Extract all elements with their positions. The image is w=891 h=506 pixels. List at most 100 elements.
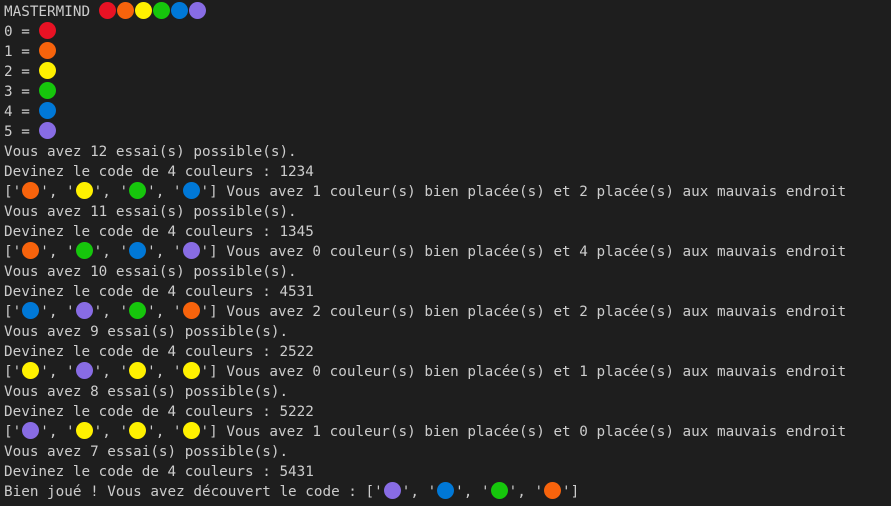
bracket: ]: [209, 304, 218, 320]
purple-circle-icon: [75, 302, 93, 319]
tries-line: Vous avez 8 essai(s) possible(s).: [0, 382, 891, 402]
quote: ': [119, 364, 129, 380]
orange-circle-icon: [117, 2, 135, 19]
feedback-text: Vous avez 1 couleur(s) bien placée(s) et…: [217, 424, 847, 440]
quote: ': [40, 364, 49, 380]
tries-line: Vous avez 7 essai(s) possible(s).: [0, 442, 891, 462]
separator: ,: [48, 424, 67, 440]
quote: ': [93, 304, 103, 320]
green-circle-icon: [129, 182, 147, 199]
guess-prompt: Devinez le code de 4 couleurs : 1234: [4, 164, 314, 180]
quote: ': [172, 364, 182, 380]
separator: ,: [102, 244, 120, 260]
tries-line: Vous avez 11 essai(s) possible(s).: [0, 202, 891, 222]
quote: ': [119, 184, 129, 200]
bracket: ]: [570, 484, 580, 500]
green-circle-icon: [153, 2, 171, 19]
tries-text: Vous avez 9 essai(s) possible(s).: [4, 324, 289, 340]
quote: ': [172, 244, 182, 260]
quote: ': [12, 304, 22, 320]
purple-circle-icon: [383, 482, 401, 499]
quote: ': [427, 484, 437, 500]
separator: ,: [102, 304, 120, 320]
bracket: [: [4, 304, 13, 320]
separator: ,: [102, 184, 120, 200]
guess-line: Devinez le code de 4 couleurs : 1345: [0, 222, 891, 242]
purple-circle-icon: [189, 2, 207, 19]
terminal-output: MASTERMIND 0 = 1 = 2 = 3 = 4 = 5 = Vous …: [0, 0, 891, 506]
red-circle-icon: [39, 22, 57, 39]
separator: ,: [155, 304, 173, 320]
separator: ,: [102, 424, 120, 440]
tries-text: Vous avez 10 essai(s) possible(s).: [4, 264, 297, 280]
bracket: [: [365, 484, 375, 500]
quote: ': [172, 304, 182, 320]
yellow-circle-icon: [182, 362, 200, 379]
red-circle-icon: [99, 2, 117, 19]
quote: ': [200, 364, 210, 380]
quote: ': [119, 424, 129, 440]
tries-line: Vous avez 12 essai(s) possible(s).: [0, 142, 891, 162]
quote: ': [12, 184, 22, 200]
yellow-circle-icon: [129, 362, 147, 379]
legend-line: 5 =: [0, 122, 891, 142]
guess-prompt: Devinez le code de 4 couleurs : 5222: [4, 404, 314, 420]
legend-line: 2 =: [0, 62, 891, 82]
legend-label: 1 =: [4, 44, 39, 60]
quote: ': [200, 244, 210, 260]
orange-circle-icon: [22, 242, 40, 259]
yellow-circle-icon: [75, 422, 93, 439]
green-circle-icon: [129, 302, 147, 319]
yellow-circle-icon: [129, 422, 147, 439]
legend-label: 3 =: [4, 84, 39, 100]
quote: ': [66, 184, 75, 200]
guess-line: Devinez le code de 4 couleurs : 1234: [0, 162, 891, 182]
orange-circle-icon: [39, 42, 57, 59]
result-line: [' ', ' ', ' ', ' '] Vous avez 0 couleur(s) …: [0, 242, 891, 262]
separator: ,: [48, 244, 67, 260]
blue-circle-icon: [437, 482, 455, 499]
separator: ,: [517, 484, 535, 500]
result-line: [' ', ' ', ' ', ' '] Vous avez 2 couleur(s) …: [0, 302, 891, 322]
separator: ,: [48, 184, 67, 200]
orange-circle-icon: [22, 182, 40, 199]
quote: ': [481, 484, 490, 500]
bracket: [: [4, 364, 13, 380]
quote: ': [172, 424, 182, 440]
separator: ,: [155, 244, 173, 260]
quote: ': [562, 484, 571, 500]
legend-label: 4 =: [4, 104, 39, 120]
blue-circle-icon: [171, 2, 189, 19]
green-circle-icon: [75, 242, 93, 259]
bracket: ]: [209, 364, 218, 380]
legend-label: 5 =: [4, 124, 39, 140]
bracket: [: [4, 424, 13, 440]
quote: ': [12, 364, 22, 380]
quote: ': [200, 424, 210, 440]
result-line: [' ', ' ', ' ', ' '] Vous avez 1 couleur(s) …: [0, 182, 891, 202]
blue-circle-icon: [182, 182, 200, 199]
quote: ': [12, 244, 22, 260]
green-circle-icon: [490, 482, 508, 499]
bracket: ]: [209, 184, 218, 200]
quote: ': [119, 304, 129, 320]
blue-circle-icon: [129, 242, 147, 259]
quote: ': [147, 244, 156, 260]
title-line: MASTERMIND: [0, 2, 891, 22]
guess-line: Devinez le code de 4 couleurs : 4531: [0, 282, 891, 302]
separator: ,: [48, 304, 67, 320]
quote: ': [40, 244, 49, 260]
quote: ': [40, 304, 49, 320]
purple-circle-icon: [75, 362, 93, 379]
bracket: [: [4, 184, 13, 200]
yellow-circle-icon: [75, 182, 93, 199]
quote: ': [40, 184, 49, 200]
tries-text: Vous avez 12 essai(s) possible(s).: [4, 144, 297, 160]
guess-prompt: Devinez le code de 4 couleurs : 5431: [4, 464, 314, 480]
app-title: MASTERMIND: [4, 4, 99, 20]
guess-line: Devinez le code de 4 couleurs : 5222: [0, 402, 891, 422]
legend-line: 3 =: [0, 82, 891, 102]
win-message: Bien joué ! Vous avez découvert le code …: [4, 484, 366, 500]
result-line: [' ', ' ', ' ', ' '] Vous avez 1 couleur(s) …: [0, 422, 891, 442]
quote: ': [534, 484, 544, 500]
